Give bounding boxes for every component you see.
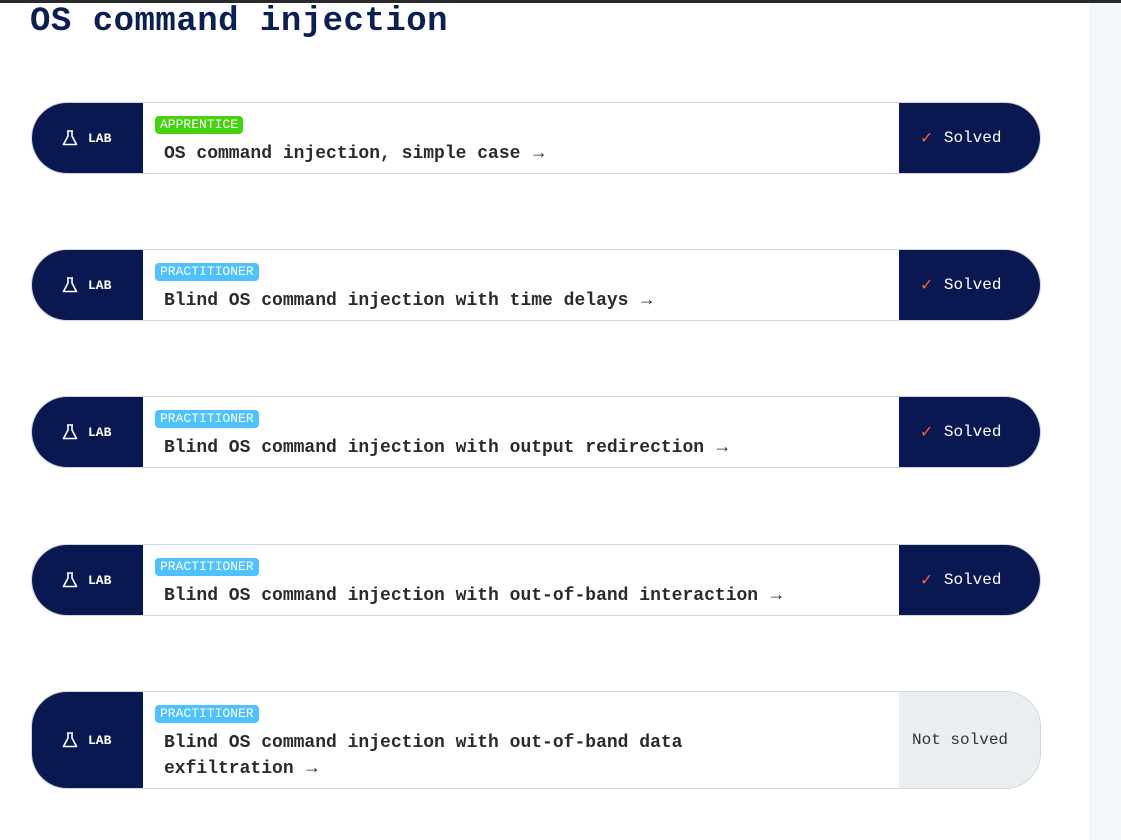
lab-card: LAB PRACTITIONER Blind OS command inject… bbox=[31, 249, 1041, 321]
right-sidebar-panel bbox=[1089, 3, 1121, 840]
status-label: Solved bbox=[943, 129, 1002, 147]
flask-icon bbox=[62, 732, 78, 748]
lab-title-text: OS command injection, simple case bbox=[164, 144, 521, 164]
arrow-right-icon: → bbox=[716, 438, 728, 458]
lab-title-text: Blind OS command injection with time del… bbox=[164, 291, 629, 311]
flask-icon bbox=[62, 130, 78, 146]
lab-title-text: Blind OS command injection with out-of-b… bbox=[164, 586, 759, 606]
lab-card: LAB APPRENTICE OS command injection, sim… bbox=[31, 102, 1041, 174]
status-solved: ✓ Solved bbox=[899, 250, 1040, 320]
lab-tag: LAB bbox=[32, 692, 143, 788]
lab-tag: LAB bbox=[32, 250, 143, 320]
flask-icon bbox=[62, 424, 78, 440]
check-icon: ✓ bbox=[921, 423, 932, 443]
check-icon: ✓ bbox=[921, 571, 932, 591]
lab-body: PRACTITIONER Blind OS command injection … bbox=[143, 545, 899, 615]
lab-tag: LAB bbox=[32, 397, 143, 467]
level-badge: PRACTITIONER bbox=[155, 705, 259, 723]
page-title: OS command injection bbox=[30, 3, 449, 41]
level-badge: PRACTITIONER bbox=[155, 558, 259, 576]
lab-card: LAB PRACTITIONER Blind OS command inject… bbox=[31, 691, 1041, 789]
status-not-solved: Not solved bbox=[899, 692, 1040, 788]
status-label: Solved bbox=[943, 571, 1002, 589]
level-badge: PRACTITIONER bbox=[155, 410, 259, 428]
status-solved: ✓ Solved bbox=[899, 397, 1040, 467]
status-label: Solved bbox=[943, 276, 1002, 294]
lab-title-text-line1: Blind OS command injection with out-of-b… bbox=[164, 733, 683, 753]
lab-tag: LAB bbox=[32, 545, 143, 615]
lab-body: APPRENTICE OS command injection, simple … bbox=[143, 103, 899, 173]
status-label: Solved bbox=[943, 423, 1002, 441]
lab-body: PRACTITIONER Blind OS command injection … bbox=[143, 250, 899, 320]
level-badge: APPRENTICE bbox=[155, 116, 244, 134]
check-icon: ✓ bbox=[921, 276, 932, 296]
lab-tag-label: LAB bbox=[88, 572, 112, 588]
lab-card: LAB PRACTITIONER Blind OS command inject… bbox=[31, 396, 1041, 468]
lab-title-link[interactable]: Blind OS command injection with time del… bbox=[155, 288, 887, 314]
lab-card: LAB PRACTITIONER Blind OS command inject… bbox=[31, 544, 1041, 616]
lab-body: PRACTITIONER Blind OS command injection … bbox=[143, 692, 899, 788]
arrow-right-icon: → bbox=[306, 759, 318, 779]
flask-icon bbox=[62, 572, 78, 588]
lab-title-link[interactable]: Blind OS command injection with out-of-b… bbox=[155, 730, 887, 782]
lab-title-link[interactable]: Blind OS command injection with out-of-b… bbox=[155, 583, 887, 609]
lab-title-text-line2: exfiltration bbox=[164, 759, 294, 779]
flask-icon bbox=[62, 277, 78, 293]
arrow-right-icon: → bbox=[770, 586, 782, 606]
lab-tag-label: LAB bbox=[88, 277, 112, 293]
arrow-right-icon: → bbox=[533, 144, 545, 164]
arrow-right-icon: → bbox=[641, 291, 653, 311]
lab-title-text: Blind OS command injection with output r… bbox=[164, 438, 705, 458]
lab-tag-label: LAB bbox=[88, 732, 112, 748]
lab-tag-label: LAB bbox=[88, 424, 112, 440]
status-label: Not solved bbox=[912, 731, 1009, 749]
status-solved: ✓ Solved bbox=[899, 545, 1040, 615]
lab-tag-label: LAB bbox=[88, 130, 112, 146]
lab-title-link[interactable]: Blind OS command injection with output r… bbox=[155, 435, 887, 461]
lab-title-link[interactable]: OS command injection, simple case → bbox=[155, 141, 887, 167]
level-badge: PRACTITIONER bbox=[155, 263, 259, 281]
lab-body: PRACTITIONER Blind OS command injection … bbox=[143, 397, 899, 467]
check-icon: ✓ bbox=[921, 129, 932, 149]
status-solved: ✓ Solved bbox=[899, 103, 1040, 173]
lab-tag: LAB bbox=[32, 103, 143, 173]
